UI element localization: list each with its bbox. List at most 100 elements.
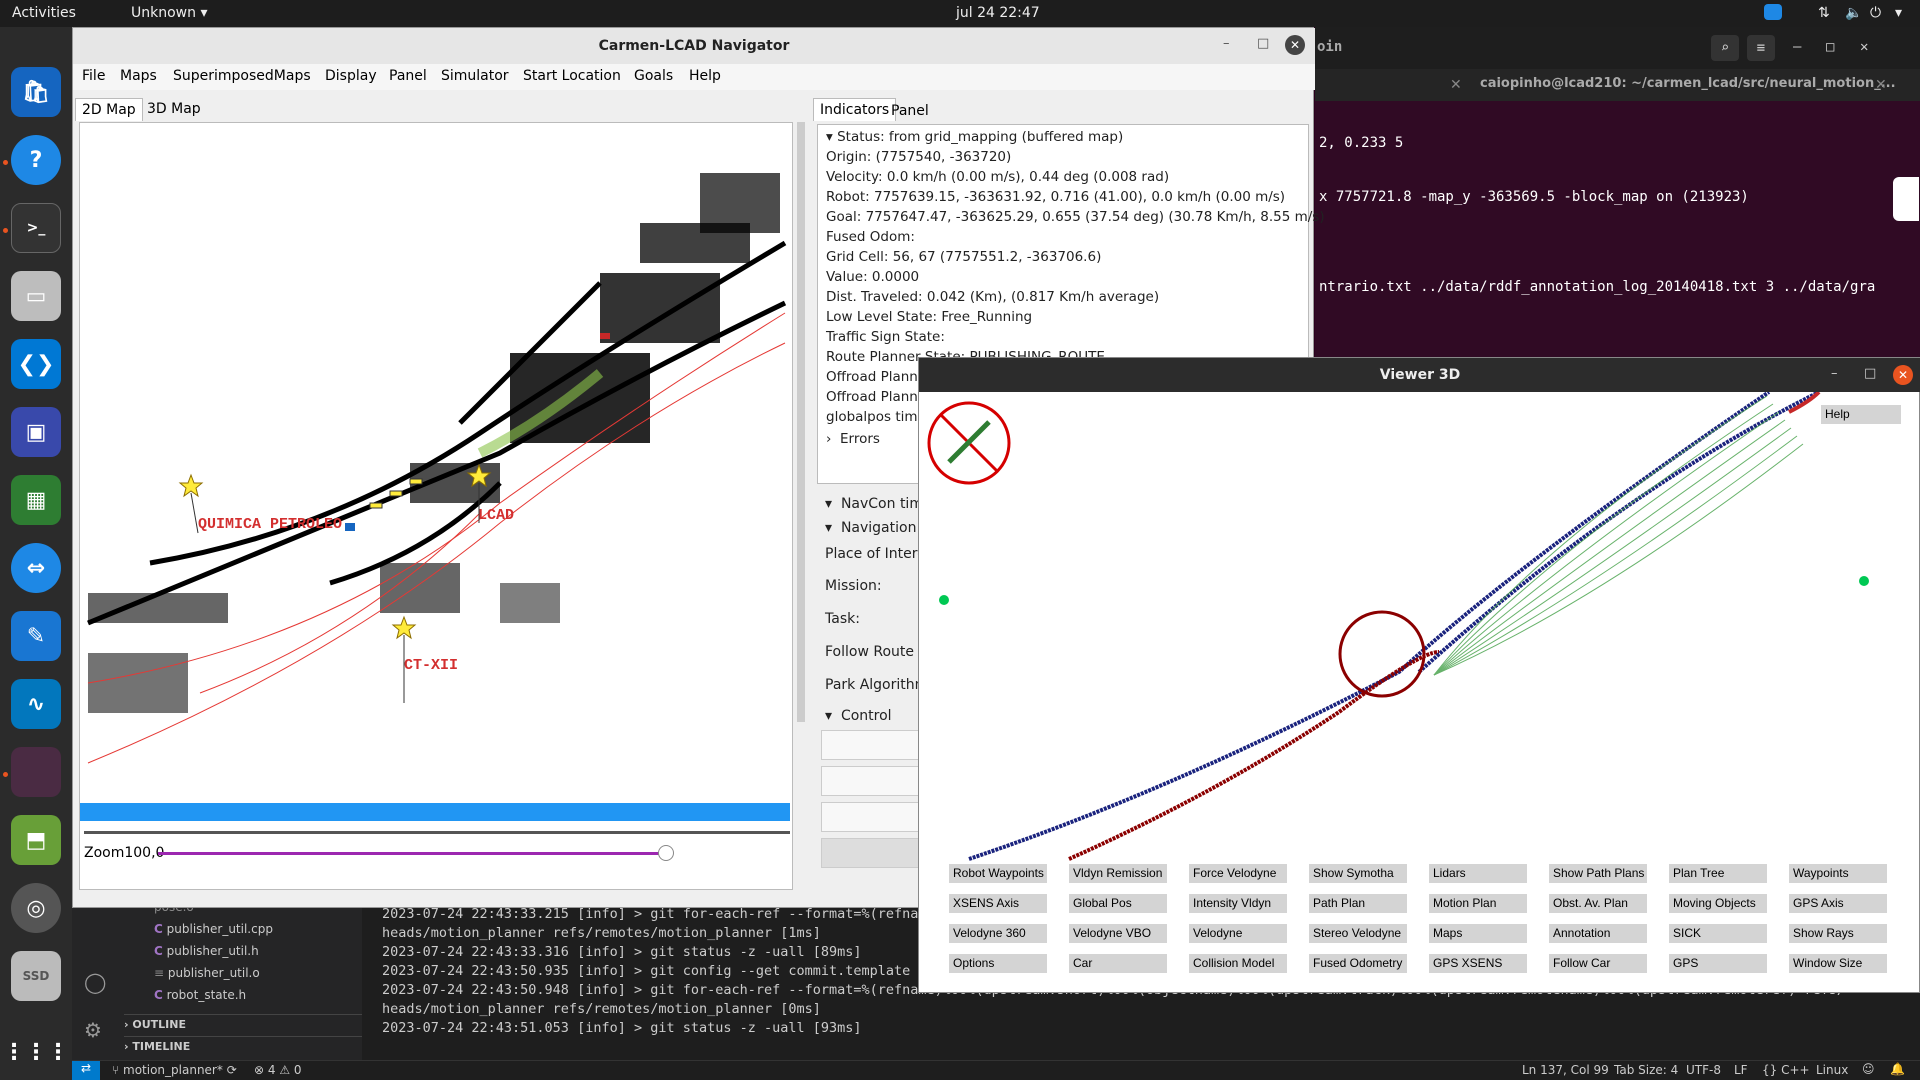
show-rays-button[interactable]: Show Rays [1789,924,1887,943]
os-indicator[interactable]: Linux [1816,1063,1848,1077]
horizontal-scrollbar[interactable] [84,831,790,834]
vscode-icon[interactable]: ❮❯ [11,339,61,389]
line-ending[interactable]: LF [1734,1063,1748,1077]
motion-plan-button[interactable]: Motion Plan [1429,894,1527,913]
minimize-icon[interactable]: – [1831,366,1838,381]
maximize-icon[interactable]: □ [1257,36,1269,51]
close-icon[interactable]: ✕ [1285,35,1305,55]
disc-icon[interactable]: ◎ [11,883,61,933]
timeline-section[interactable]: › TIMELINE [124,1036,362,1053]
maximize-icon[interactable]: □ [1864,366,1876,381]
software-center-icon[interactable]: 🛍 [11,67,61,117]
chevron-down-icon[interactable]: ▾ [1895,5,1902,21]
ssd-drive-icon[interactable]: SSD [11,951,61,1001]
navigation-expander[interactable]: ▾ Navigation [825,520,916,536]
minimize-icon[interactable]: – [1223,36,1230,51]
waypoints-button[interactable]: Waypoints [1789,864,1887,883]
status-expander[interactable]: ▾ Status: from grid_mapping (buffered ma… [826,129,1123,145]
window-size-button[interactable]: Window Size [1789,954,1887,973]
menu-help[interactable]: Help [689,68,721,84]
sick-button[interactable]: SICK [1669,924,1767,943]
teamviewer-icon[interactable]: ⇔ [11,543,61,593]
files-icon[interactable]: ▭ [11,271,61,321]
annotation-button[interactable]: Annotation [1549,924,1647,943]
gps-button[interactable]: GPS [1669,954,1767,973]
file-item[interactable]: C publisher_util.h [154,944,259,958]
show-apps-icon[interactable]: ⋮⋮⋮ [3,1027,69,1077]
feedback-icon[interactable]: ☺ [1862,1062,1875,1076]
gps-axis-button[interactable]: GPS Axis [1789,894,1887,913]
bell-icon[interactable]: 🔔 [1890,1062,1905,1076]
navigator-app-icon[interactable] [11,747,61,797]
map-2d-canvas[interactable]: QUIMICA PETROLEO LCAD CT-XII Zoom100,0 [79,122,793,890]
language-mode[interactable]: {} C++ [1762,1063,1810,1077]
obst-av-plan-button[interactable]: Obst. Av. Plan [1549,894,1647,913]
tab-2d-map[interactable]: 2D Map [75,98,143,121]
help-icon[interactable]: ? [11,135,61,185]
minimize-icon[interactable]: – [1793,39,1801,55]
search-icon[interactable]: ⌕ [1711,35,1739,61]
gps-xsens-button[interactable]: GPS XSENS [1429,954,1527,973]
app-icon[interactable]: ⬒ [11,815,61,865]
branch-indicator[interactable]: ⑂ motion_planner* ⟳ [112,1063,237,1077]
network-icon[interactable]: ⇅ [1818,5,1830,21]
vldyn-remission-button[interactable]: Vldyn Remission [1069,864,1167,883]
activities-button[interactable]: Activities [12,5,76,21]
tab-3d-map[interactable]: 3D Map [141,98,207,120]
help-button[interactable]: Help [1821,405,1901,424]
xsens-axis-button[interactable]: XSENS Axis [949,894,1047,913]
outline-section[interactable]: › OUTLINE [124,1014,362,1031]
system-monitor-icon[interactable]: ∿ [11,679,61,729]
problems-indicator[interactable]: ⊗ 4 ⚠ 0 [254,1063,302,1077]
close-icon[interactable]: ✕ [1860,39,1868,55]
velodyne-360-button[interactable]: Velodyne 360 [949,924,1047,943]
power-icon[interactable]: ⏻ [1870,5,1881,21]
menu-start-location[interactable]: Start Location [523,68,621,84]
file-item[interactable]: ≡ publisher_util.o [154,966,260,980]
app-menu[interactable]: Unknown ▾ [131,5,207,21]
zoom-slider-track[interactable] [158,852,668,855]
robot-waypoints-button[interactable]: Robot Waypoints [949,864,1047,883]
fused-odometry-button[interactable]: Fused Odometry [1309,954,1407,973]
menu-panel[interactable]: Panel [389,68,427,84]
navcon-expander[interactable]: ▾ NavCon tim [825,496,923,512]
account-icon[interactable]: ◯ [84,970,106,994]
follow-car-button[interactable]: Follow Car [1549,954,1647,973]
options-button[interactable]: Options [949,954,1047,973]
tab-indicators[interactable]: Indicators [813,98,897,121]
zoom-slider-handle[interactable] [658,845,674,861]
velodyne-vbo-button[interactable]: Velodyne VBO [1069,924,1167,943]
menu-file[interactable]: File [82,68,105,84]
terminal-tab[interactable]: caiopinho@lcad210: ~/carmen_lcad/src/neu… [1480,76,1896,91]
tab-panel[interactable]: Panel [885,100,935,122]
global-pos-button[interactable]: Global Pos [1069,894,1167,913]
maps-button[interactable]: Maps [1429,924,1527,943]
force-velodyne-button[interactable]: Force Velodyne [1189,864,1287,883]
screenshot-icon[interactable]: ▣ [11,407,61,457]
collision-model-button[interactable]: Collision Model [1189,954,1287,973]
stereo-velodyne-button[interactable]: Stereo Velodyne [1309,924,1407,943]
show-symotha-button[interactable]: Show Symotha [1309,864,1407,883]
vertical-scrollbar[interactable] [797,122,805,722]
spreadsheet-icon[interactable]: ▦ [11,475,61,525]
close-icon[interactable]: ✕ [1893,365,1913,385]
intensity-vldyn-button[interactable]: Intensity Vldyn [1189,894,1287,913]
menu-display[interactable]: Display [325,68,377,84]
lidars-button[interactable]: Lidars [1429,864,1527,883]
teamviewer-side-panel-icon[interactable] [1893,177,1919,221]
path-plan-button[interactable]: Path Plan [1309,894,1407,913]
errors-expander[interactable]: › Errors [826,431,880,447]
file-item[interactable]: C robot_state.h [154,988,246,1002]
velodyne-button[interactable]: Velodyne [1189,924,1287,943]
menu-simulator[interactable]: Simulator [441,68,509,84]
file-item[interactable]: C publisher_util.cpp [154,922,273,936]
maximize-icon[interactable]: □ [1826,39,1834,55]
terminal-icon[interactable]: >_ [11,203,61,253]
volume-icon[interactable]: 🔈 [1845,5,1862,21]
control-expander[interactable]: ▾ Control [825,708,892,724]
show-path-plans-button[interactable]: Show Path Plans [1549,864,1647,883]
menu-icon[interactable]: ≡ [1747,35,1775,61]
car-button[interactable]: Car [1069,954,1167,973]
menu-goals[interactable]: Goals [634,68,673,84]
encoding[interactable]: UTF-8 [1686,1063,1721,1077]
